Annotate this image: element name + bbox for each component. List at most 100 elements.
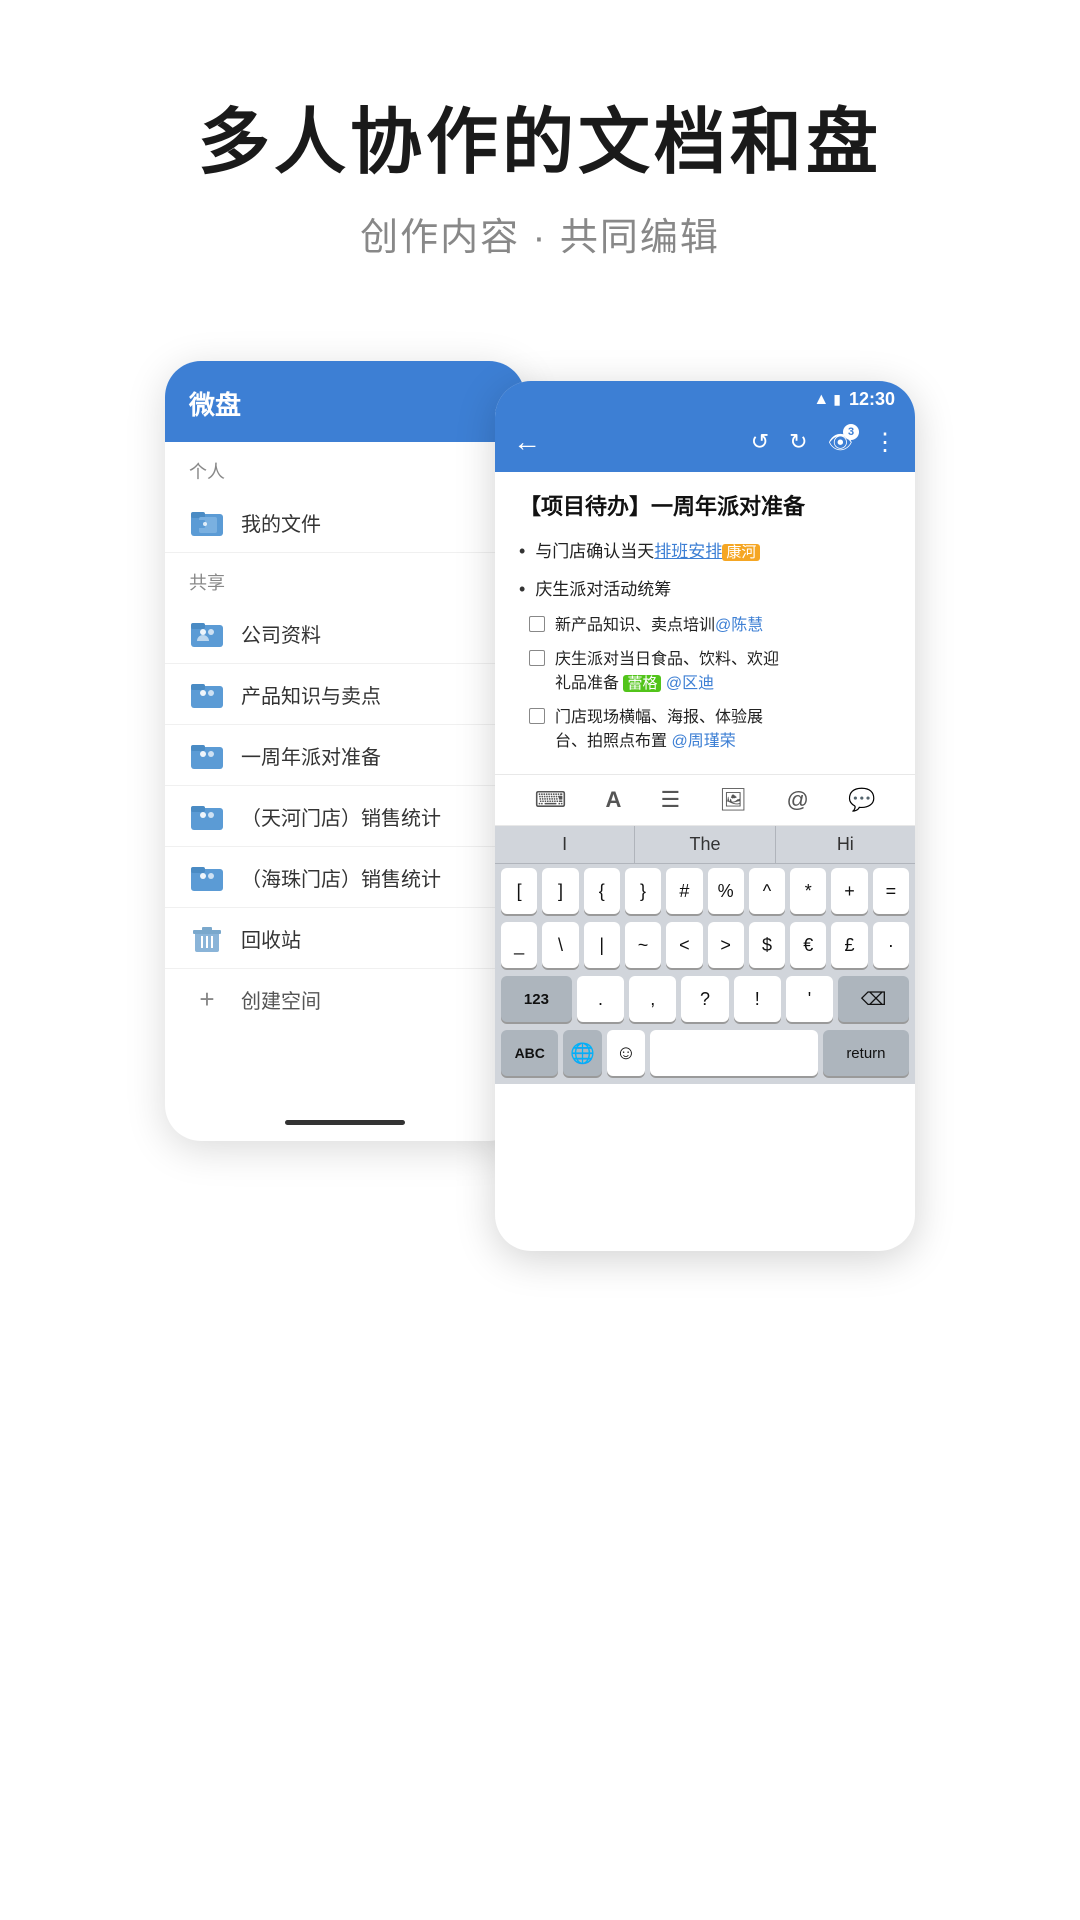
create-space-item[interactable]: + 创建空间 (165, 969, 525, 1029)
viewers-badge: 3 (843, 424, 859, 440)
status-time: 12:30 (849, 389, 895, 410)
autocomplete-i[interactable]: I (495, 826, 635, 863)
products-label: 产品知识与卖点 (241, 680, 381, 709)
key-tilde[interactable]: ~ (625, 922, 661, 968)
key-percent[interactable]: % (708, 868, 744, 914)
hero-title: 多人协作的文档和盘 (198, 100, 882, 186)
bullet-2: • 庆生派对活动统筹 (519, 577, 891, 603)
key-globe[interactable]: 🌐 (563, 1030, 601, 1076)
more-button[interactable]: ⋮ (873, 428, 897, 457)
sidebar-item-company[interactable]: 公司资料 (165, 603, 525, 664)
key-euro[interactable]: € (790, 922, 826, 968)
shared-folder-icon-4 (189, 861, 225, 893)
add-plus-icon: + (189, 983, 225, 1015)
checkbox-item-1: 新产品知识、卖点培训@陈慧 (529, 614, 891, 638)
key-emoji[interactable]: ☺ (607, 1030, 645, 1076)
key-question[interactable]: ? (681, 976, 728, 1022)
haizhu-label: （海珠门店）销售统计 (241, 863, 441, 892)
key-close-brace[interactable]: } (625, 868, 661, 914)
shared-folder-icon-0 (189, 617, 225, 649)
hero-subtitle: 创作内容 · 共同编辑 (198, 206, 882, 261)
shared-folder-icon-3 (189, 800, 225, 832)
key-greater[interactable]: > (708, 922, 744, 968)
key-hash[interactable]: # (666, 868, 702, 914)
checkbox-text-2: 庆生派对当日食品、饮料、欢迎礼品准备 蕾格 @区迪 (555, 648, 779, 696)
signal-icon: ▲ (813, 391, 829, 409)
key-open-bracket[interactable]: [ (501, 868, 537, 914)
key-pound[interactable]: £ (831, 922, 867, 968)
tianhe-label: （天河门店）销售统计 (241, 802, 441, 831)
at-qudi: @区迪 (666, 675, 714, 692)
shared-folder-icon-1 (189, 678, 225, 710)
at-zhoujinrong: @周瑾荣 (671, 733, 735, 750)
create-space-label: 创建空间 (241, 985, 321, 1014)
key-abc[interactable]: ABC (501, 1030, 558, 1076)
key-row-1: [ ] { } # % ^ * + = (495, 864, 915, 918)
bullet-dot-1: • (519, 541, 525, 562)
key-caret[interactable]: ^ (749, 868, 785, 914)
status-bar: ▲ ▮ 12:30 (495, 381, 915, 416)
key-middot[interactable]: · (873, 922, 909, 968)
personal-section-label: 个人 (165, 442, 525, 492)
right-phone: ▲ ▮ 12:30 ← ↺ ↻ 👁3 ⋮ 【项目待办】一周年派对准备 • 与门店… (495, 381, 915, 1251)
checkbox-1[interactable] (529, 616, 545, 632)
key-open-brace[interactable]: { (584, 868, 620, 914)
wifi-icon: ▮ (833, 391, 841, 408)
image-insert-btn[interactable]: 🖼 (719, 787, 747, 813)
checkbox-item-2: 庆生派对当日食品、饮料、欢迎礼品准备 蕾格 @区迪 (529, 648, 891, 696)
undo-button[interactable]: ↺ (751, 429, 769, 455)
phones-container: 微盘 个人 我的文件 共享 (90, 361, 990, 1251)
myfiles-label: 我的文件 (241, 508, 321, 537)
checkbox-3[interactable] (529, 708, 545, 724)
sidebar-item-trash[interactable]: 回收站 (165, 908, 525, 969)
key-apostrophe[interactable]: ' (786, 976, 833, 1022)
font-format-btn[interactable]: A (605, 787, 621, 813)
personal-folder-icon (189, 506, 225, 538)
key-pipe[interactable]: | (584, 922, 620, 968)
sidebar-item-anniversary[interactable]: 一周年派对准备 (165, 725, 525, 786)
back-button[interactable]: ← (513, 426, 541, 458)
key-less[interactable]: < (666, 922, 702, 968)
list-format-btn[interactable]: ☰ (661, 787, 681, 813)
bullet-dot-2: • (519, 579, 525, 600)
key-space[interactable] (650, 1030, 818, 1076)
checkbox-2[interactable] (529, 650, 545, 666)
key-exclamation[interactable]: ! (734, 976, 781, 1022)
key-123[interactable]: 123 (501, 976, 572, 1022)
key-return[interactable]: return (823, 1030, 909, 1076)
comment-btn[interactable]: 💬 (848, 787, 875, 813)
redo-button[interactable]: ↻ (789, 429, 807, 455)
key-row-3: 123 . , ? ! ' ⌫ (495, 972, 915, 1026)
sidebar-item-products[interactable]: 产品知识与卖点 (165, 664, 525, 725)
key-period[interactable]: . (577, 976, 624, 1022)
anniversary-label: 一周年派对准备 (241, 741, 381, 770)
autocomplete-the[interactable]: The (635, 826, 775, 863)
key-plus[interactable]: + (831, 868, 867, 914)
left-phone: 微盘 个人 我的文件 共享 (165, 361, 525, 1141)
checkbox-list: 新产品知识、卖点培训@陈慧 庆生派对当日食品、饮料、欢迎礼品准备 蕾格 @区迪 … (529, 614, 891, 754)
sidebar-item-haizhu[interactable]: （海珠门店）销售统计 (165, 847, 525, 908)
key-backslash[interactable]: \ (542, 922, 578, 968)
key-comma[interactable]: , (629, 976, 676, 1022)
trash-label: 回收站 (241, 924, 301, 953)
mention-btn[interactable]: @ (786, 787, 808, 813)
shared-folder-icon-2 (189, 739, 225, 771)
key-asterisk[interactable]: * (790, 868, 826, 914)
sidebar-item-myfiles[interactable]: 我的文件 (165, 492, 525, 553)
status-icons: ▲ ▮ (813, 391, 841, 409)
sidebar-item-tianhe[interactable]: （天河门店）销售统计 (165, 786, 525, 847)
autocomplete-hi[interactable]: Hi (776, 826, 915, 863)
document-content: 【项目待办】一周年派对准备 • 与门店确认当天排班安排康河 • 庆生派对活动统筹… (495, 472, 915, 774)
bullet-1: • 与门店确认当天排班安排康河 (519, 539, 891, 565)
keyboard-toggle-btn[interactable]: ⌨ (535, 787, 567, 813)
hero-section: 多人协作的文档和盘 创作内容 · 共同编辑 (198, 100, 882, 261)
viewers-button[interactable]: 👁3 (828, 430, 853, 455)
key-underscore[interactable]: _ (501, 922, 537, 968)
at-chenghui: @陈慧 (715, 617, 763, 634)
keyboard: I The Hi [ ] { } # % ^ * + = _ \ | (495, 826, 915, 1084)
key-row-bottom: ABC 🌐 ☺ return (495, 1026, 915, 1080)
key-dollar[interactable]: $ (749, 922, 785, 968)
key-close-bracket[interactable]: ] (542, 868, 578, 914)
key-equals[interactable]: = (873, 868, 909, 914)
key-delete[interactable]: ⌫ (838, 976, 909, 1022)
